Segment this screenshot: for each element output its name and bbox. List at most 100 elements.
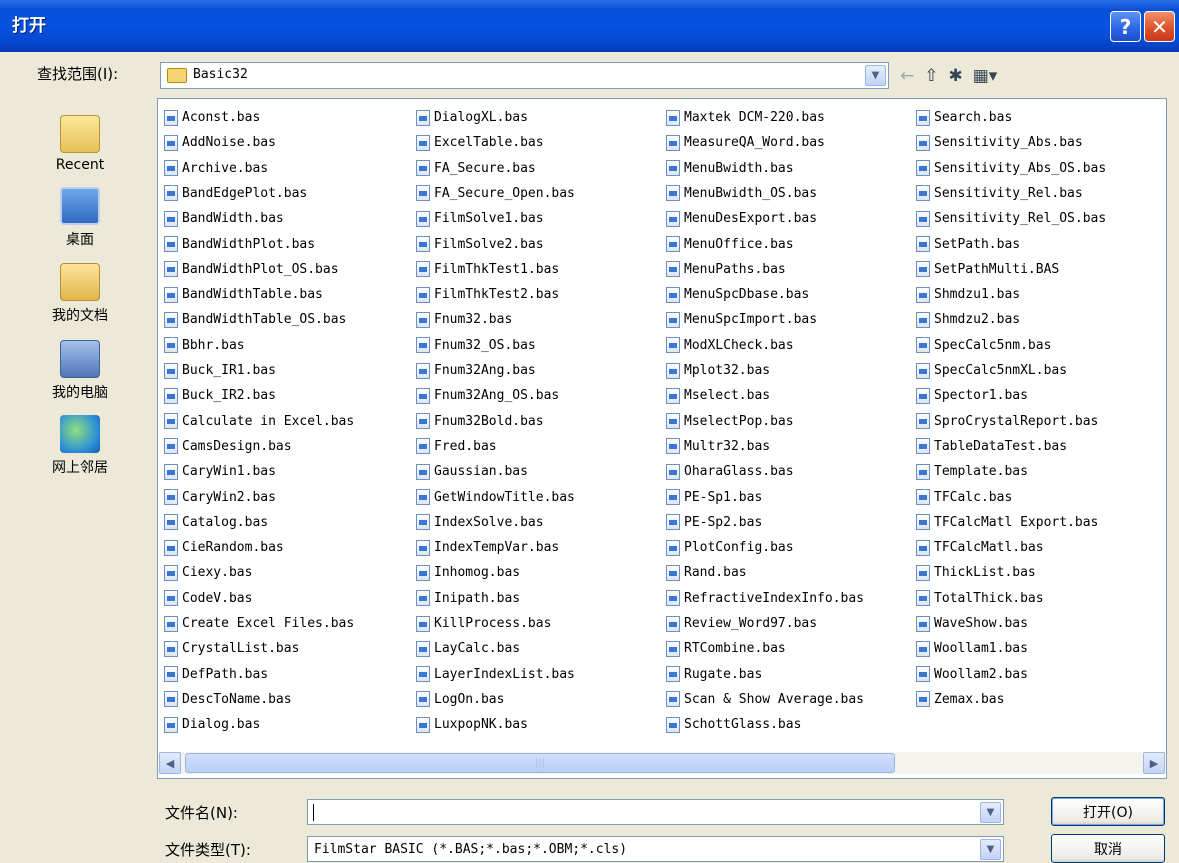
file-item[interactable]: Inhomog.bas [416,562,520,583]
file-item[interactable]: Ciexy.bas [164,562,252,583]
file-item[interactable]: Buck_IR2.bas [164,385,276,406]
filetype-dropdown-button[interactable]: ▼ [980,839,1001,860]
file-item[interactable]: CaryWin2.bas [164,487,276,508]
open-button[interactable]: 打开(O) [1051,797,1165,826]
file-item[interactable]: Shmdzu2.bas [916,309,1020,330]
file-item[interactable]: FilmThkTest1.bas [416,259,559,280]
file-item[interactable]: OharaGlass.bas [666,461,794,482]
lookin-dropdown-button[interactable]: ▼ [865,65,886,86]
file-item[interactable]: Woollam1.bas [916,638,1028,659]
back-icon[interactable]: ← [900,66,914,86]
file-item[interactable]: Calculate in Excel.bas [164,411,354,432]
lookin-combo[interactable]: Basic32 ▼ [160,62,889,89]
place-recent[interactable]: Recent [13,115,147,173]
file-item[interactable]: MselectPop.bas [666,411,794,432]
file-item[interactable]: BandEdgePlot.bas [164,183,307,204]
file-item[interactable]: MenuSpcImport.bas [666,309,817,330]
file-item[interactable]: FA_Secure.bas [416,158,536,179]
file-item[interactable]: GetWindowTitle.bas [416,487,575,508]
file-item[interactable]: BandWidthTable.bas [164,284,323,305]
file-item[interactable]: Archive.bas [164,158,268,179]
filetype-combo[interactable]: FilmStar BASIC (*.BAS;*.bas;*.OBM;*.cls)… [307,836,1004,862]
file-item[interactable]: Aconst.bas [164,107,260,128]
file-item[interactable]: Mselect.bas [666,385,770,406]
file-item[interactable]: PE-Sp1.bas [666,487,762,508]
file-item[interactable]: KillProcess.bas [416,613,551,634]
scroll-left-button[interactable]: ◀ [159,752,181,774]
file-item[interactable]: Sensitivity_Rel.bas [916,183,1083,204]
file-item[interactable]: CodeV.bas [164,588,252,609]
file-item[interactable]: Template.bas [916,461,1028,482]
file-item[interactable]: ModXLCheck.bas [666,335,794,356]
filename-input[interactable]: ▼ [307,799,1004,825]
file-item[interactable]: Search.bas [916,107,1012,128]
file-item[interactable]: Review_Word97.bas [666,613,817,634]
scroll-right-button[interactable]: ▶ [1143,752,1165,774]
file-item[interactable]: RTCombine.bas [666,638,786,659]
file-item[interactable]: Shmdzu1.bas [916,284,1020,305]
file-item[interactable]: Multr32.bas [666,436,770,457]
file-item[interactable]: MenuSpcDbase.bas [666,284,809,305]
file-item[interactable]: Mplot32.bas [666,360,770,381]
file-list[interactable]: Aconst.bas AddNoise.bas Archive.bas BandEdg… [157,98,1167,779]
file-item[interactable]: TFCalcMatl Export.bas [916,512,1098,533]
file-item[interactable]: DefPath.bas [164,664,268,685]
file-item[interactable]: MenuOffice.bas [666,234,794,255]
horizontal-scrollbar[interactable]: ◀ ||| ▶ [159,752,1165,774]
file-item[interactable]: Woollam2.bas [916,664,1028,685]
file-item[interactable]: BandWidthPlot_OS.bas [164,259,339,280]
file-item[interactable]: Sensitivity_Abs_OS.bas [916,158,1106,179]
file-item[interactable]: PlotConfig.bas [666,537,794,558]
file-item[interactable]: Buck_IR1.bas [164,360,276,381]
file-item[interactable]: TFCalc.bas [916,487,1012,508]
file-item[interactable]: SchottGlass.bas [666,714,801,735]
file-item[interactable]: DialogXL.bas [416,107,528,128]
file-item[interactable]: CrystalList.bas [164,638,299,659]
views-menu-icon[interactable]: ▦▾ [973,66,998,86]
file-item[interactable]: BandWidth.bas [164,208,284,229]
file-item[interactable]: SproCrystalReport.bas [916,411,1098,432]
file-item[interactable]: Catalog.bas [164,512,268,533]
up-folder-icon[interactable]: ⇧ [924,66,938,86]
file-item[interactable]: LogOn.bas [416,689,504,710]
filename-dropdown-button[interactable]: ▼ [980,802,1001,823]
file-item[interactable]: ThickList.bas [916,562,1036,583]
file-item[interactable]: MenuPaths.bas [666,259,786,280]
file-item[interactable]: LayCalc.bas [416,638,520,659]
file-item[interactable]: FilmSolve1.bas [416,208,544,229]
place-network[interactable]: 网上邻居 [13,415,147,477]
file-item[interactable]: LuxpopNK.bas [416,714,528,735]
file-item[interactable]: PE-Sp2.bas [666,512,762,533]
file-item[interactable]: SetPath.bas [916,234,1020,255]
file-item[interactable]: TableDataTest.bas [916,436,1067,457]
file-item[interactable]: CieRandom.bas [164,537,284,558]
file-item[interactable]: SpecCalc5nmXL.bas [916,360,1067,381]
file-item[interactable]: SetPathMulti.BAS [916,259,1059,280]
file-item[interactable]: MenuBwidth.bas [666,158,794,179]
file-item[interactable]: RefractiveIndexInfo.bas [666,588,864,609]
file-item[interactable]: Fnum32.bas [416,309,512,330]
file-item[interactable]: Fnum32_OS.bas [416,335,536,356]
file-item[interactable]: FA_Secure_Open.bas [416,183,575,204]
file-item[interactable]: TFCalcMatl.bas [916,537,1044,558]
place-documents[interactable]: 我的文档 [13,263,147,325]
file-item[interactable]: WaveShow.bas [916,613,1028,634]
help-button[interactable]: ? [1110,11,1141,42]
file-item[interactable]: Fnum32Bold.bas [416,411,544,432]
close-button[interactable]: ✕ [1144,11,1175,42]
file-item[interactable]: Rugate.bas [666,664,762,685]
file-item[interactable]: Fnum32Ang_OS.bas [416,385,559,406]
file-item[interactable]: Zemax.bas [916,689,1004,710]
place-desktop[interactable]: 桌面 [13,187,147,249]
file-item[interactable]: TotalThick.bas [916,588,1044,609]
file-item[interactable]: Inipath.bas [416,588,520,609]
file-item[interactable]: Create Excel Files.bas [164,613,354,634]
file-item[interactable]: FilmThkTest2.bas [416,284,559,305]
scroll-thumb[interactable]: ||| [185,753,895,773]
file-item[interactable]: SpecCalc5nm.bas [916,335,1051,356]
file-item[interactable]: CaryWin1.bas [164,461,276,482]
file-item[interactable]: BandWidthPlot.bas [164,234,315,255]
file-item[interactable]: IndexTempVar.bas [416,537,559,558]
title-bar[interactable]: 打开 ? ✕ [0,0,1179,52]
file-item[interactable]: Scan & Show Average.bas [666,689,864,710]
